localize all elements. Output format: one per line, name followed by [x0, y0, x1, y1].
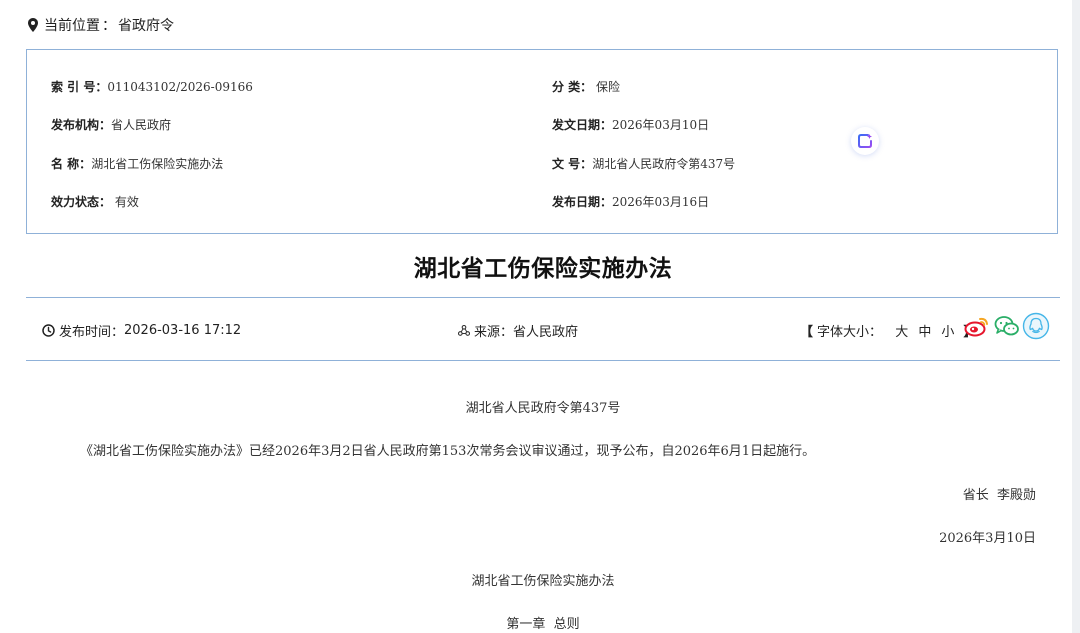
- breadcrumb-separator: ：: [102, 18, 116, 34]
- share-qq-button[interactable]: [1022, 312, 1050, 340]
- info-name: 名 称：湖北省工伤保险实施办法: [51, 155, 223, 172]
- info-name-label: 名 称：: [51, 157, 92, 171]
- info-status: 效力状态： 有效: [51, 193, 139, 210]
- location-pin-icon: [28, 18, 38, 32]
- chapter-heading: 第一章 总则: [506, 617, 580, 632]
- source-label: 来源：: [474, 325, 514, 340]
- ai-sparkle-icon: [858, 134, 872, 148]
- publish-time-value: 2026-03-16 17:12: [124, 323, 242, 338]
- info-category-label: 分 类：: [552, 80, 593, 94]
- publish-time: 发布时间： 2026-03-16 17:12: [42, 321, 241, 340]
- document-info-box: 索 引 号：011043102/2026-09166 分 类： 保险 发布机构：…: [26, 49, 1058, 234]
- source-icon: [458, 325, 470, 336]
- info-status-value: 有效: [114, 195, 139, 209]
- source: 来源： 省人民政府: [458, 321, 578, 340]
- ai-assistant-button[interactable]: [851, 127, 879, 155]
- font-size-large-button[interactable]: 大: [895, 321, 908, 340]
- info-publisher-label: 发布机构：: [51, 118, 112, 132]
- qq-icon: [1022, 312, 1050, 340]
- info-status-label: 效力状态：: [51, 195, 112, 209]
- clock-icon: [42, 324, 55, 337]
- info-publisher: 发布机构：省人民政府: [51, 116, 171, 133]
- page: 当前位置 ： 省政府令 索 引 号：011043102/2026-09166 分…: [0, 0, 1080, 633]
- breadcrumb-label: 当前位置: [44, 18, 100, 34]
- source-value: 省人民政府: [513, 325, 579, 340]
- font-bracket-open: 【: [800, 325, 814, 340]
- meta-bar: 发布时间： 2026-03-16 17:12 来源： 省人民政府 【 字体大小：…: [26, 297, 1060, 361]
- info-publisher-value: 省人民政府: [111, 118, 172, 132]
- share-weibo-button[interactable]: [964, 312, 990, 340]
- font-size-medium-button[interactable]: 中: [918, 321, 931, 340]
- info-category: 分 类： 保险: [552, 78, 620, 95]
- info-index-label: 索 引 号：: [51, 80, 108, 94]
- info-name-value: 湖北省工伤保险实施办法: [91, 157, 224, 171]
- info-doc-no-value: 湖北省人民政府令第437号: [592, 157, 736, 171]
- info-issue-date-value: 2026年03月10日: [612, 118, 710, 132]
- font-size-small-button[interactable]: 小: [941, 321, 954, 340]
- info-index-value: 011043102/2026-09166: [107, 80, 253, 94]
- info-publish-date-label: 发布日期：: [552, 195, 613, 209]
- breadcrumb-current[interactable]: 省政府令: [118, 15, 174, 35]
- page-title: 湖北省工伤保险实施办法: [413, 256, 673, 282]
- info-publish-date: 发布日期：2026年03月16日: [552, 193, 709, 210]
- page-edge: [1072, 0, 1080, 633]
- breadcrumb: 当前位置 ： 省政府令: [28, 14, 174, 36]
- order-number: 湖北省人民政府令第437号: [465, 401, 621, 416]
- info-issue-date: 发文日期：2026年03月10日: [552, 116, 709, 133]
- document-heading: 湖北省工伤保险实施办法: [471, 574, 615, 589]
- intro-paragraph: 《湖北省工伤保险实施办法》已经2026年3月2日省人民政府第153次常务会议审议…: [80, 444, 816, 459]
- publish-time-label: 发布时间：: [59, 325, 125, 340]
- info-doc-no: 文 号：湖北省人民政府令第437号: [552, 155, 735, 172]
- font-size-label: 字体大小：: [817, 325, 883, 340]
- info-index: 索 引 号：011043102/2026-09166: [51, 78, 253, 95]
- info-issue-date-label: 发文日期：: [552, 118, 613, 132]
- weibo-icon: [964, 317, 988, 337]
- wechat-icon: [994, 316, 1019, 336]
- info-publish-date-value: 2026年03月16日: [612, 195, 710, 209]
- signature: 省长 李殿勋: [962, 488, 1036, 503]
- font-size-control: 【 字体大小： 大 中 小 】: [796, 321, 980, 340]
- signing-date: 2026年3月10日: [939, 531, 1036, 546]
- share-wechat-button[interactable]: [994, 312, 1020, 340]
- info-category-value: 保险: [596, 80, 621, 94]
- info-doc-no-label: 文 号：: [552, 157, 593, 171]
